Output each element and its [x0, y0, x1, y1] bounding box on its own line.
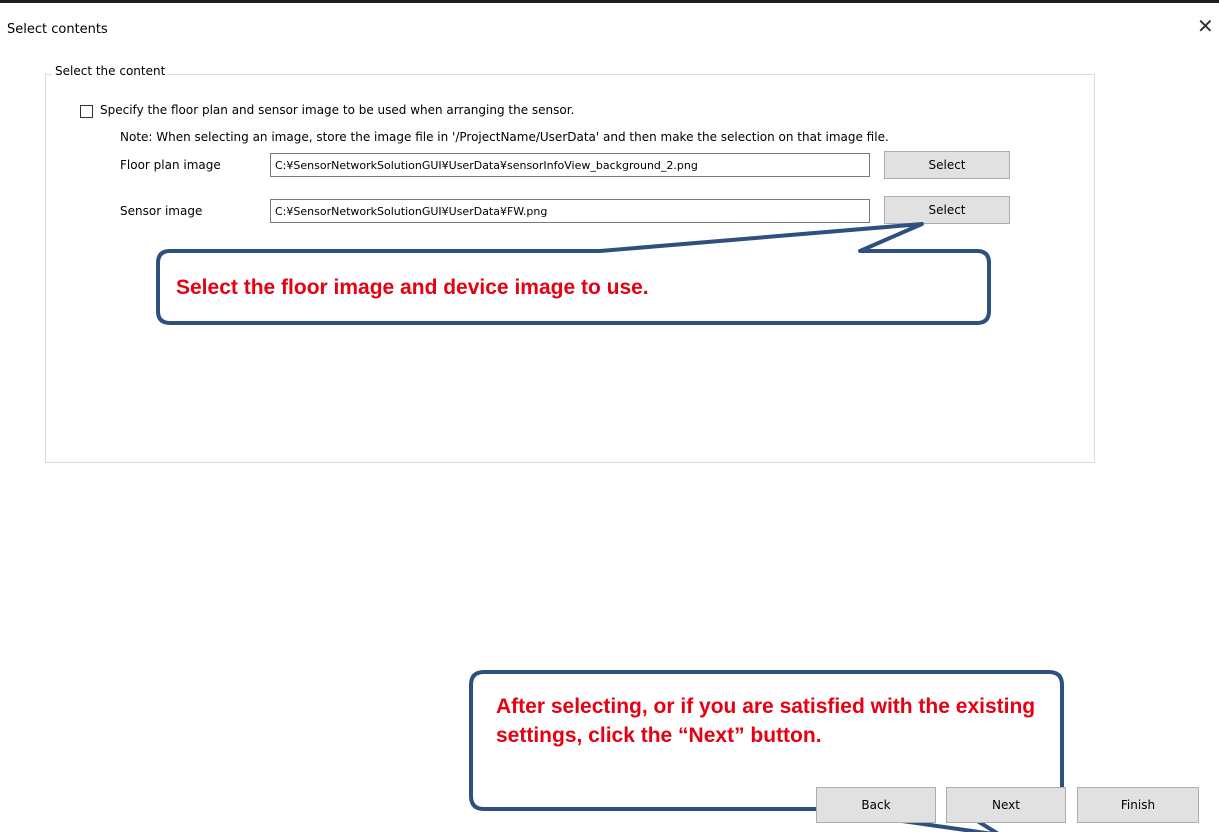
next-button[interactable]: Next	[946, 787, 1066, 823]
finish-button[interactable]: Finish	[1077, 787, 1199, 823]
callout-next-instruction-text: After selecting, or if you are satisfied…	[496, 695, 1036, 747]
back-button[interactable]: Back	[816, 787, 936, 823]
callout-select-images-text: Select the floor image and device image …	[176, 276, 649, 299]
